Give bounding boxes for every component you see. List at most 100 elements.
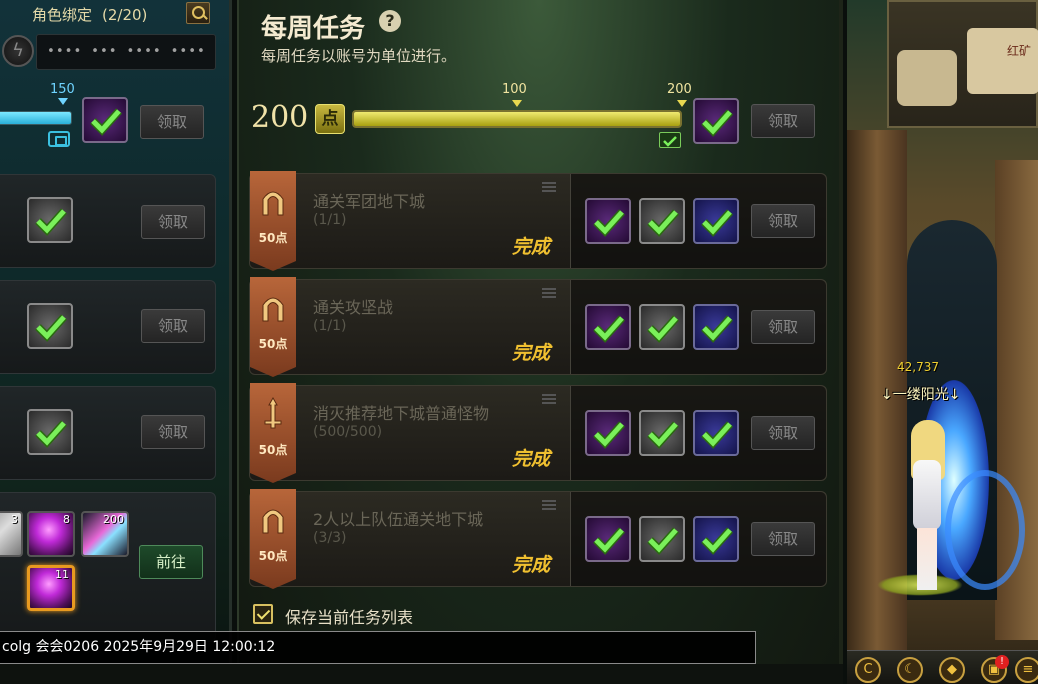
drag-handle-icon[interactable] [542,288,556,298]
check-icon [647,209,679,237]
task-card: 50点 2人以上队伍通关地下城 (3/3) 完成 领取 [249,489,827,589]
task-claim-button[interactable]: 领取 [751,310,815,344]
binding-reward-check-icon[interactable] [82,97,128,143]
check-icon [663,136,677,147]
crystal-item-icon[interactable]: 200 [81,511,129,557]
weekly-reward-check-icon[interactable] [693,98,739,144]
paper-item-icon[interactable]: 3 [0,511,23,557]
check-icon [593,421,625,449]
task-name: 通关军团地下城 [313,192,426,211]
task-claim-button[interactable]: 领取 [751,204,815,238]
binding-card-check-icon[interactable] [27,197,73,243]
binding-card-claim-button[interactable]: 领取 [141,415,205,449]
task-name: 2人以上队伍通关地下城 [313,510,484,529]
check-icon [701,421,733,449]
arch-emblem-icon [262,191,284,216]
weekly-progress-tick-arrow [512,100,522,107]
binding-count: (2/20) [102,6,148,24]
check-icon [701,209,733,237]
drag-handle-icon[interactable] [542,394,556,404]
crescent-icon[interactable]: ☾ [897,657,923,683]
task-progress: (3/3) [313,530,347,546]
reward-check-icon[interactable] [639,304,685,350]
reward-check-icon[interactable] [639,516,685,562]
reward-check-icon[interactable] [693,516,739,562]
task-progress: (500/500) [313,424,383,440]
task-status: 完成 [512,554,551,576]
reward-check-icon[interactable] [585,304,631,350]
check-icon [35,420,67,448]
task-points: 50点 [258,549,288,563]
minimap-label: 红矿 [1007,44,1032,58]
binding-reward-card: 领取 [0,386,216,480]
player-character[interactable] [903,420,951,595]
weekly-progress-fill [354,112,680,126]
points-badge-icon: 点 [315,104,345,134]
binding-reward-card: 领取 [0,174,216,268]
reward-check-icon[interactable] [693,198,739,244]
menu-icon[interactable]: ≡ [1015,657,1038,683]
character-legs [917,528,937,590]
lightning-icon: ϟ [2,35,34,67]
reward-check-icon[interactable] [693,410,739,456]
item-count: 8 [63,513,70,526]
binding-progress: 150 领取 [0,82,229,150]
character-body [913,460,941,530]
weekly-points-value: 200 [251,100,309,135]
reward-check-icon[interactable] [639,410,685,456]
binding-card-check-icon[interactable] [27,409,73,455]
task-claim-button[interactable]: 领取 [751,416,815,450]
help-icon[interactable]: ? [379,10,401,32]
task-points-banner: 50点 [250,383,296,483]
save-task-list-checkbox[interactable] [253,604,273,624]
task-reward-area: 领取 [571,386,826,480]
binding-code-field[interactable]: •••• ••• •••• •••• [36,34,216,70]
search-icon[interactable] [186,2,210,24]
weekly-title: 每周任务 [261,14,366,44]
weekly-mission-panel: 每周任务 ? 每周任务以账号为单位进行。 200 点 100 200 领取 50点… [237,0,843,684]
minimap-parchment [967,28,1038,94]
weekly-progress-tick-label: 100 [502,82,527,97]
storage-icon[interactable] [48,131,70,147]
drag-handle-icon[interactable] [542,182,556,192]
reward-check-icon[interactable] [585,410,631,456]
copyright-icon[interactable]: C [855,657,881,683]
goto-button[interactable]: 前往 [139,545,203,579]
binding-reward-card: 领取 [0,280,216,374]
chat-timestamp-line: colg 会会0206 2025年9月29日 12:00:12 [0,631,756,664]
reward-check-icon[interactable] [693,304,739,350]
weekly-progress-track [352,110,682,128]
check-icon [647,421,679,449]
minimap-parchment [897,50,957,106]
task-claim-button[interactable]: 领取 [751,522,815,556]
task-points-banner: 50点 [250,489,296,589]
binding-progress-claim-button[interactable]: 领取 [140,105,204,139]
portal-ring [945,470,1025,590]
weekly-claim-button[interactable]: 领取 [751,104,815,138]
purple-orb-icon[interactable]: 11 [27,565,75,611]
task-points: 50点 [258,337,288,351]
binding-card-claim-button[interactable]: 领取 [141,309,205,343]
alert-icon: ! [995,655,1009,669]
binding-card-claim-button[interactable]: 领取 [141,205,205,239]
drag-handle-icon[interactable] [542,500,556,510]
task-card: 50点 消灭推荐地下城普通怪物 (500/500) 完成 领取 [249,383,827,483]
binding-card-check-icon[interactable] [27,303,73,349]
item-count: 11 [55,568,69,581]
task-points-banner: 50点 [250,171,296,271]
item-count: 3 [11,513,18,526]
purple-orb-icon[interactable]: 8 [27,511,75,557]
minimap[interactable]: 红矿 [887,0,1038,128]
shield-icon[interactable]: ◆ [939,657,965,683]
check-icon [647,527,679,555]
check-icon [593,315,625,343]
small-check-icon [659,132,681,148]
item-count: 200 [103,513,124,526]
reward-check-icon[interactable] [585,516,631,562]
weekly-subtitle: 每周任务以账号为单位进行。 [261,47,457,65]
reward-check-icon[interactable] [585,198,631,244]
binding-code-row: ϟ •••• ••• •••• •••• [0,32,218,72]
arch-emblem-icon [262,509,284,534]
character-name: ↓一缕阳光↓ [881,387,961,403]
reward-check-icon[interactable] [639,198,685,244]
